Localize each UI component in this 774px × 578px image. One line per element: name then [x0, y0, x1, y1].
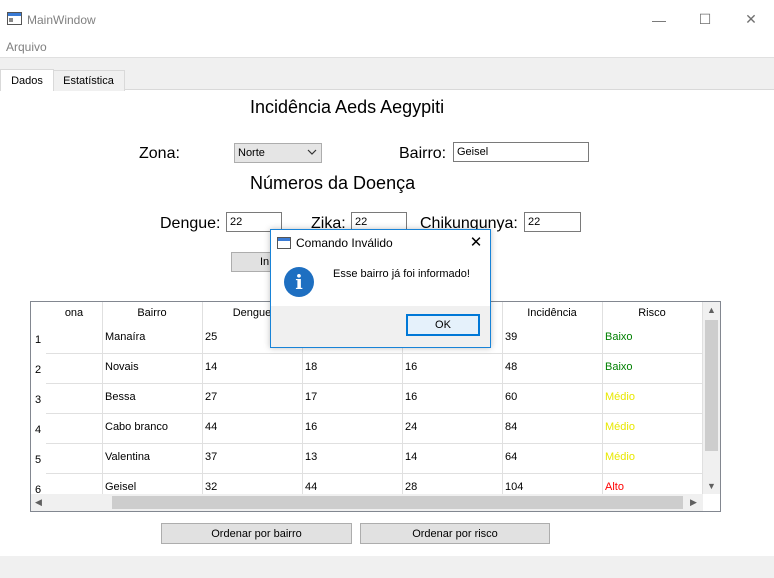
row-number[interactable]: 1	[35, 334, 41, 346]
chikungunya-input[interactable]: 22	[524, 212, 581, 232]
zona-combobox[interactable]: Norte	[234, 143, 322, 163]
invalid-command-dialog: Comando Inválido ✕ i Esse bairro já foi …	[270, 229, 491, 348]
table-cell-bairro[interactable]: Novais	[105, 354, 201, 380]
grid-line	[202, 302, 203, 494]
window-title: MainWindow	[27, 13, 96, 27]
row-number[interactable]: 5	[35, 454, 41, 466]
grid-line	[502, 302, 503, 494]
scroll-left-icon[interactable]: ◀	[35, 497, 42, 508]
horizontal-scroll-thumb[interactable]	[112, 496, 683, 509]
maximize-button[interactable]: ☐	[682, 3, 728, 36]
table-cell-zika[interactable]: 18	[305, 354, 401, 380]
table-cell-chik[interactable]: 24	[405, 414, 501, 440]
dialog-message: Esse bairro já foi informado!	[333, 268, 470, 280]
table-cell-chik[interactable]: 28	[405, 474, 501, 494]
app-window-icon	[7, 12, 22, 25]
disease-numbers-title: Números da Doença	[250, 173, 416, 193]
table-cell-dengue[interactable]: 37	[205, 444, 301, 470]
table-cell-zona[interactable]	[49, 444, 101, 470]
table-cell-chik[interactable]: 16	[405, 384, 501, 410]
table-cell-zika[interactable]: 13	[305, 444, 401, 470]
table-cell-chik[interactable]: 14	[405, 444, 501, 470]
row-number[interactable]: 6	[35, 484, 41, 494]
table-cell-bairro[interactable]: Geisel	[105, 474, 201, 494]
table-cell-risco[interactable]: Médio	[605, 384, 701, 410]
table-cell-incidencia[interactable]: 84	[505, 414, 601, 440]
table-cell-dengue[interactable]: 32	[205, 474, 301, 494]
table-cell-zika[interactable]: 16	[305, 414, 401, 440]
status-bar	[0, 556, 774, 578]
table-cell-zona[interactable]	[49, 324, 101, 350]
dialog-title: Comando Inválido	[296, 236, 393, 250]
table-cell-zona[interactable]	[49, 414, 101, 440]
table-cell-incidencia[interactable]: 104	[505, 474, 601, 494]
table-cell-zona[interactable]	[49, 474, 101, 494]
row-number[interactable]: 4	[35, 424, 41, 436]
table-header-cell[interactable]: ona	[46, 302, 102, 324]
table-cell-zona[interactable]	[49, 384, 101, 410]
table-cell-zona[interactable]	[49, 354, 101, 380]
tab-estatistica[interactable]: Estatística	[52, 70, 125, 91]
dialog-window-icon	[277, 237, 291, 249]
vertical-scroll-thumb[interactable]	[705, 320, 718, 451]
table-cell-incidencia[interactable]: 39	[505, 324, 601, 350]
scroll-up-icon[interactable]: ▲	[707, 305, 716, 315]
dialog-close-icon[interactable]: ✕	[465, 231, 487, 253]
table-cell-dengue[interactable]: 27	[205, 384, 301, 410]
table-cell-bairro[interactable]: Bessa	[105, 384, 201, 410]
scroll-right-icon[interactable]: ▶	[690, 497, 697, 508]
table-cell-bairro[interactable]: Valentina	[105, 444, 201, 470]
table-cell-incidencia[interactable]: 48	[505, 354, 601, 380]
form-title: Incidência Aeds Aegypiti	[250, 97, 445, 117]
menu-bar	[0, 36, 774, 58]
dengue-label: Dengue:	[160, 215, 221, 232]
table-header-cell[interactable]: Incidência	[502, 302, 602, 324]
table-cell-risco[interactable]: Baixo	[605, 354, 701, 380]
row-number[interactable]: 2	[35, 364, 41, 376]
row-number[interactable]: 3	[35, 394, 41, 406]
sort-by-bairro-button[interactable]: Ordenar por bairro	[161, 523, 352, 544]
close-button[interactable]: ✕	[728, 3, 774, 36]
table-cell-incidencia[interactable]: 60	[505, 384, 601, 410]
minimize-button[interactable]: —	[636, 3, 682, 36]
table-cell-risco[interactable]: Médio	[605, 444, 701, 470]
table-cell-risco[interactable]: Baixo	[605, 324, 701, 350]
zona-combobox-value: Norte	[238, 147, 265, 159]
table-header-cell[interactable]: Risco	[602, 302, 702, 324]
menu-arquivo[interactable]: Arquivo	[6, 40, 47, 54]
info-icon: i	[284, 267, 314, 297]
table-cell-dengue[interactable]: 44	[205, 414, 301, 440]
table-cell-bairro[interactable]: Cabo branco	[105, 414, 201, 440]
grid-line	[102, 302, 103, 494]
bairro-input[interactable]: Geisel	[453, 142, 589, 162]
tab-dados[interactable]: Dados	[0, 69, 54, 91]
grid-line	[602, 302, 603, 494]
table-cell-bairro[interactable]: Manaíra	[105, 324, 201, 350]
scroll-down-icon[interactable]: ▼	[707, 481, 716, 491]
table-cell-incidencia[interactable]: 64	[505, 444, 601, 470]
table-cell-risco[interactable]: Médio	[605, 414, 701, 440]
table-cell-zika[interactable]: 44	[305, 474, 401, 494]
table-header-cell[interactable]: Bairro	[102, 302, 202, 324]
table-cell-risco[interactable]: Alto	[605, 474, 701, 494]
table-cell-dengue[interactable]: 14	[205, 354, 301, 380]
zona-label: Zona:	[139, 145, 180, 162]
table-cell-chik[interactable]: 16	[405, 354, 501, 380]
dialog-ok-button[interactable]: OK	[406, 314, 480, 336]
sort-by-risco-button[interactable]: Ordenar por risco	[360, 523, 550, 544]
bairro-label: Bairro:	[399, 145, 447, 162]
chevron-down-icon	[307, 147, 317, 160]
table-cell-zika[interactable]: 17	[305, 384, 401, 410]
